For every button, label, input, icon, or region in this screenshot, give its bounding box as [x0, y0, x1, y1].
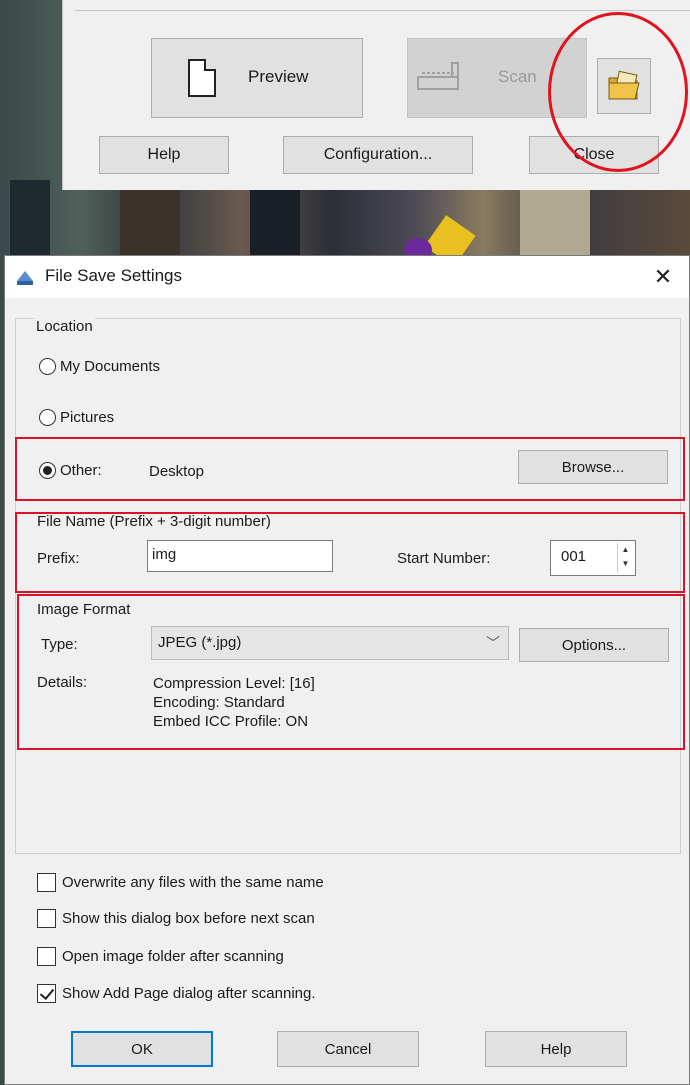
background-stripe	[250, 180, 300, 260]
checkbox[interactable]	[37, 873, 56, 892]
configuration-button[interactable]: Configuration...	[283, 136, 473, 174]
checkbox-label: Show this dialog box before next scan	[62, 910, 315, 927]
annotation-box	[17, 594, 685, 750]
checkbox-overwrite[interactable]: Overwrite any files with the same name	[37, 873, 324, 892]
checkbox-label: Overwrite any files with the same name	[62, 874, 324, 891]
background-stripe	[120, 180, 180, 260]
divider	[75, 10, 690, 11]
radio-label: Pictures	[60, 409, 115, 426]
radio-button[interactable]	[39, 358, 56, 375]
background-stripe	[10, 180, 50, 260]
help-button[interactable]: Help	[485, 1031, 627, 1067]
dialog-title: File Save Settings	[45, 266, 183, 285]
preview-button[interactable]: Preview	[151, 38, 363, 118]
checkbox-label: Open image folder after scanning	[62, 948, 284, 965]
preview-label: Preview	[248, 67, 309, 86]
background-stripe	[520, 180, 590, 260]
checkbox[interactable]	[37, 984, 56, 1003]
checkbox[interactable]	[37, 909, 56, 928]
help-button[interactable]: Help	[99, 136, 229, 174]
close-icon[interactable]: ✕	[647, 262, 679, 292]
scan-label: Scan	[498, 67, 537, 86]
checkbox-label: Show Add Page dialog after scanning.	[62, 985, 316, 1002]
checkbox[interactable]	[37, 947, 56, 966]
checkbox-show-dialog[interactable]: Show this dialog box before next scan	[37, 909, 315, 928]
annotation-box	[15, 512, 685, 593]
location-group-title: Location	[34, 318, 95, 335]
cancel-button[interactable]: Cancel	[277, 1031, 419, 1067]
checkbox-open-folder[interactable]: Open image folder after scanning	[37, 947, 284, 966]
radio-label: My Documents	[60, 358, 161, 375]
checkbox-add-page[interactable]: Show Add Page dialog after scanning.	[37, 984, 316, 1003]
radio-button[interactable]	[39, 409, 56, 426]
radio-my-documents[interactable]: My Documents	[39, 358, 160, 375]
ok-button[interactable]: OK	[71, 1031, 213, 1067]
scanner-icon	[417, 62, 459, 90]
annotation-box	[15, 437, 685, 501]
dialog-titlebar: File Save Settings ✕	[5, 256, 689, 298]
radio-pictures[interactable]: Pictures	[39, 409, 114, 426]
file-save-settings-dialog: File Save Settings ✕ Location My Documen…	[4, 255, 690, 1085]
annotation-circle	[548, 12, 688, 172]
scanner-app-icon	[17, 271, 33, 285]
document-icon	[188, 59, 216, 97]
